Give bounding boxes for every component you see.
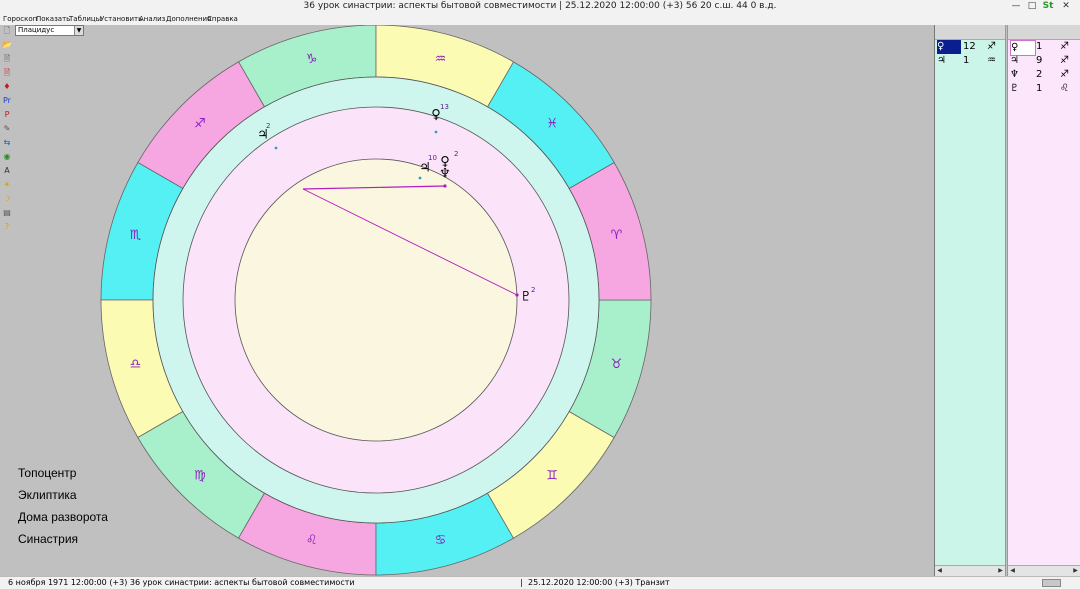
planet-neptune-inner[interactable]: ♆ — [439, 167, 451, 182]
zodiac-sign-glyph: ♑ — [306, 52, 318, 67]
aspect-point — [443, 184, 447, 188]
planet-table-natal: ♀ 12 ♐ ♃ 1 ♒ ◀ ▶ — [934, 25, 1006, 576]
zodiac-sign-glyph: ♋ — [435, 533, 447, 548]
option-synastry[interactable]: Синастрия — [18, 530, 108, 552]
table-row[interactable]: ♆ 2 ♐ — [1008, 68, 1080, 82]
chart-wheel: ♑♐♏♎♍♌ ♋♊♉♈♓♒ ♃ 2 ♀ 13 ♃ 10 ♀ 2 ♆ ♇ 2 — [100, 25, 652, 576]
sign-cell: ♐ — [987, 41, 996, 52]
degree-cell: 1 — [963, 55, 970, 66]
option-house-rotation[interactable]: Дома разворота — [18, 508, 108, 530]
close-button[interactable]: ✕ — [1060, 1, 1072, 12]
status-divider: | — [520, 578, 523, 587]
planet-cell: ♇ — [1010, 83, 1019, 94]
horizontal-scrollbar[interactable]: ◀ ▶ — [935, 565, 1005, 576]
zodiac-sign-glyph: ♌ — [306, 533, 318, 548]
degree-cell: 9 — [1036, 55, 1043, 66]
inner-disc — [234, 158, 518, 442]
horizontal-scrollbar[interactable]: ◀ ▶ — [1008, 565, 1080, 576]
table-row[interactable]: ♃ 1 ♒ — [935, 54, 1005, 68]
sign-cell: ♒ — [987, 55, 996, 66]
option-topocentric[interactable]: Топоцентр — [18, 464, 108, 486]
table-row[interactable]: ♀ 1 ♐ — [1008, 40, 1080, 56]
status-bar: 6 ноября 1971 12:00:00 (+3) 36 урок сина… — [0, 576, 1080, 589]
planet-jupiter-inner[interactable]: ♃ — [419, 161, 431, 176]
resize-grip[interactable] — [1042, 579, 1061, 587]
degree-cell: 2 — [1036, 69, 1043, 80]
table-header — [1008, 25, 1080, 40]
planet-cell: ♃ — [937, 55, 946, 66]
table-row[interactable]: ♇ 1 ♌ — [1008, 82, 1080, 96]
status-right: 25.12.2020 12:00:00 (+3) Транзит — [528, 578, 670, 587]
zodiac-sign-glyph: ♏ — [130, 228, 142, 243]
menu-bar: Гороскоп Показать Таблицы Установить Ана… — [0, 14, 1080, 25]
menu-tables[interactable]: Таблицы — [69, 15, 101, 24]
table-row[interactable]: ♃ 9 ♐ — [1008, 54, 1080, 68]
planet-venus-outer-degree: 13 — [440, 103, 449, 111]
chart-options: Топоцентр Эклиптика Дома разворота Синас… — [18, 464, 108, 552]
sign-cell: ♐ — [1060, 55, 1069, 66]
planet-cell: ♀ — [937, 40, 961, 54]
planet-pluto-inner-degree: 2 — [531, 286, 535, 294]
scroll-right-icon[interactable]: ▶ — [1071, 566, 1080, 575]
title-bar: 36 урок синастрии: аспекты бытовой совме… — [0, 0, 1080, 15]
planet-cell: ♆ — [1010, 69, 1019, 80]
zodiac-sign-glyph: ♊ — [546, 469, 558, 484]
menu-analysis[interactable]: Анализ — [139, 15, 165, 24]
zodiac-sign-glyph: ♈ — [611, 228, 623, 243]
sign-cell: ♌ — [1060, 83, 1069, 94]
maximize-button[interactable]: □ — [1026, 1, 1038, 12]
zodiac-sign-glyph: ♒ — [435, 52, 447, 67]
menu-settings[interactable]: Установить — [100, 15, 142, 24]
status-left: 6 ноября 1971 12:00:00 (+3) 36 урок сина… — [8, 578, 355, 587]
sign-cell: ♐ — [1060, 41, 1069, 52]
menu-help[interactable]: Справка — [207, 15, 238, 24]
menu-addons[interactable]: Дополнения — [166, 15, 211, 24]
zodiac-sign-glyph: ♍ — [194, 469, 206, 484]
scroll-left-icon[interactable]: ◀ — [935, 566, 944, 575]
option-ecliptic[interactable]: Эклиптика — [18, 486, 108, 508]
zodiac-sign-glyph: ♉ — [611, 357, 623, 372]
app-logo: St — [1042, 1, 1054, 11]
sign-cell: ♐ — [1060, 69, 1069, 80]
table-row[interactable]: ♀ 12 ♐ — [935, 40, 1005, 54]
minimize-button[interactable]: — — [1010, 1, 1022, 12]
planet-venus-inner-degree: 2 — [454, 150, 458, 158]
menu-horoscope[interactable]: Гороскоп — [3, 15, 37, 24]
zodiac-sign-glyph: ♐ — [194, 116, 206, 131]
menu-show[interactable]: Показать — [36, 15, 70, 24]
degree-cell: 12 — [963, 41, 976, 52]
planet-jupiter-inner-degree: 10 — [428, 154, 437, 162]
table-header — [935, 25, 1005, 40]
planet-cell: ♃ — [1010, 55, 1019, 66]
planet-marker — [418, 176, 422, 180]
planet-marker — [274, 146, 278, 150]
zodiac-sign-glyph: ♎ — [130, 357, 142, 372]
zodiac-sign-glyph: ♓ — [546, 116, 558, 131]
scroll-right-icon[interactable]: ▶ — [996, 566, 1005, 575]
planet-marker — [434, 130, 438, 134]
planet-jupiter-outer-degree: 2 — [266, 122, 270, 130]
planet-table-transit: ♀ 1 ♐ ♃ 9 ♐ ♆ 2 ♐ ♇ 1 ♌ ◀ ▶ — [1007, 25, 1080, 576]
scroll-left-icon[interactable]: ◀ — [1008, 566, 1017, 575]
aspect-point — [515, 293, 519, 297]
window-title: 36 урок синастрии: аспекты бытовой совме… — [303, 1, 777, 11]
degree-cell: 1 — [1036, 41, 1043, 52]
degree-cell: 1 — [1036, 83, 1043, 94]
